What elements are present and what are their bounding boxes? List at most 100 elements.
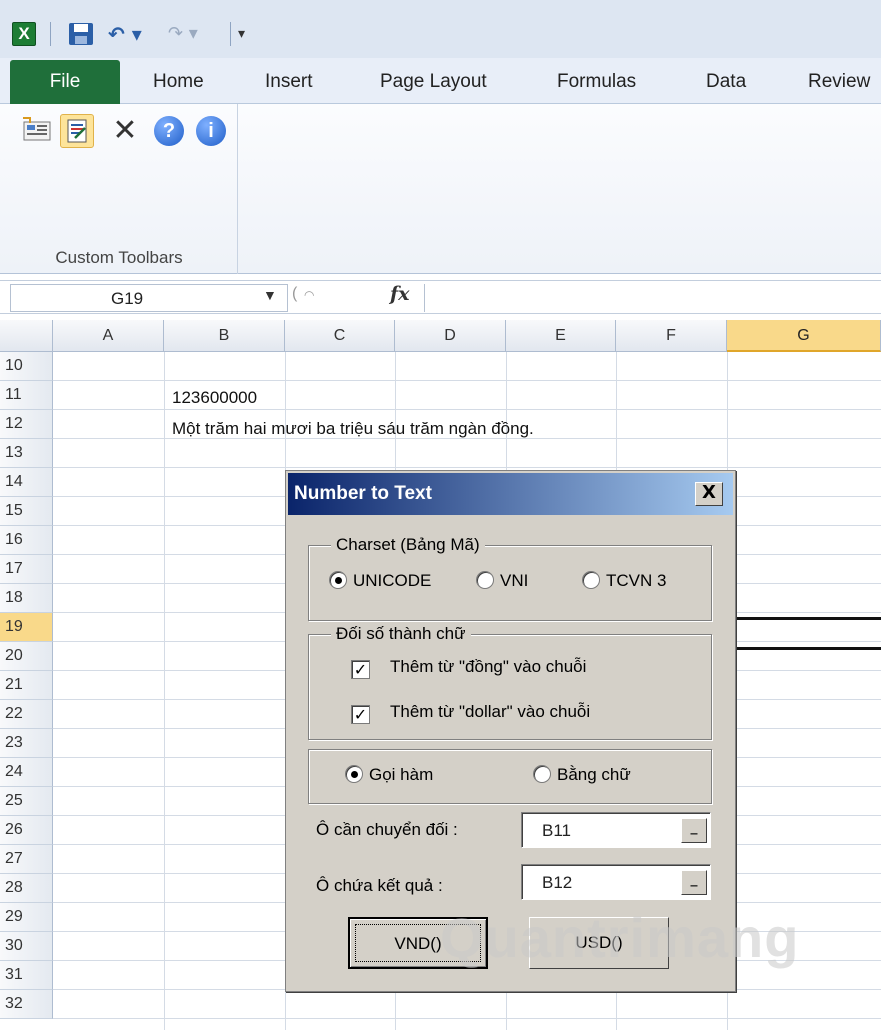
row-header-24[interactable]: 24 bbox=[0, 758, 53, 787]
row-header-26[interactable]: 26 bbox=[0, 816, 53, 845]
tab-data[interactable]: Data bbox=[706, 58, 746, 104]
source-ref-button[interactable]: _ bbox=[681, 818, 707, 843]
tab-file[interactable]: File bbox=[10, 60, 120, 104]
tab-page-layout[interactable]: Page Layout bbox=[380, 58, 487, 104]
row-header-22[interactable]: 22 bbox=[0, 700, 53, 729]
convert-legend: Đối số thành chữ bbox=[331, 624, 471, 644]
charset-legend: Charset (Bảng Mã) bbox=[331, 535, 485, 555]
radio-unicode[interactable]: UNICODE bbox=[329, 571, 431, 591]
row-header-14[interactable]: 14 bbox=[0, 468, 53, 497]
checkbox-dong[interactable]: ✓ Thêm từ "đồng" vào chuỗi bbox=[351, 657, 586, 679]
radio-tcvn3[interactable]: TCVN 3 bbox=[582, 571, 666, 591]
row-header-11[interactable]: 11 bbox=[0, 381, 53, 410]
column-header-d[interactable]: D bbox=[395, 320, 506, 352]
row-header-27[interactable]: 27 bbox=[0, 845, 53, 874]
column-header-g[interactable]: G bbox=[727, 320, 881, 352]
source-cell-label: Ô cần chuyển đối : bbox=[316, 820, 458, 839]
checkbox-dollar[interactable]: ✓ Thêm từ "dollar" vào chuỗi bbox=[351, 702, 590, 724]
cancel-formula-icon[interactable]: ◠ bbox=[304, 288, 314, 302]
toolbar-divider bbox=[50, 22, 51, 46]
close-icon[interactable]: ✕ bbox=[108, 114, 142, 148]
result-cell-input[interactable]: B12 _ bbox=[521, 864, 711, 900]
radio-indicator bbox=[533, 765, 551, 783]
row-header-21[interactable]: 21 bbox=[0, 671, 53, 700]
custom-toolbars-group: ✕ ? i Custom Toolbars bbox=[0, 104, 238, 274]
radio-indicator bbox=[582, 571, 600, 589]
charset-group: Charset (Bảng Mã) UNICODE VNI TCVN 3 bbox=[308, 535, 712, 621]
watermark: Quantrimang bbox=[440, 906, 800, 969]
redo-icon[interactable]: ↷ ▾ bbox=[168, 22, 216, 46]
source-cell-input[interactable]: B11 _ bbox=[521, 812, 711, 848]
save-icon[interactable] bbox=[68, 22, 94, 46]
ribbon-tabs: File Home Insert Page Layout Formulas Da… bbox=[0, 58, 881, 104]
grid-line bbox=[53, 380, 881, 381]
cell-b11[interactable]: 123600000 bbox=[172, 388, 257, 408]
tab-insert[interactable]: Insert bbox=[265, 58, 313, 104]
row-header-12[interactable]: 12 bbox=[0, 410, 53, 439]
info-icon[interactable]: i bbox=[194, 114, 228, 148]
tab-review[interactable]: Review bbox=[808, 58, 870, 104]
radio-indicator bbox=[345, 765, 363, 783]
checkbox-indicator: ✓ bbox=[351, 660, 370, 679]
tab-home[interactable]: Home bbox=[153, 58, 204, 104]
row-header-28[interactable]: 28 bbox=[0, 874, 53, 903]
excel-icon[interactable]: X bbox=[12, 22, 36, 46]
ribbon-group-label: Custom Toolbars bbox=[55, 248, 183, 267]
column-header-a[interactable]: A bbox=[53, 320, 164, 352]
formula-bar: G19 ▼ ( ◠ fx bbox=[0, 280, 881, 314]
insert-function-icon[interactable]: fx bbox=[390, 283, 410, 305]
row-header-16[interactable]: 16 bbox=[0, 526, 53, 555]
formula-input[interactable] bbox=[424, 284, 881, 312]
column-header-e[interactable]: E bbox=[506, 320, 616, 352]
row-header-17[interactable]: 17 bbox=[0, 555, 53, 584]
grid-line bbox=[53, 467, 881, 468]
mode-group: Gọi hàm Bằng chữ bbox=[308, 749, 712, 804]
name-box[interactable]: G19 ▼ bbox=[10, 284, 288, 312]
radio-bang-chu[interactable]: Bằng chữ bbox=[533, 765, 631, 785]
row-header-30[interactable]: 30 bbox=[0, 932, 53, 961]
tab-formulas[interactable]: Formulas bbox=[557, 58, 636, 104]
row-header-29[interactable]: 29 bbox=[0, 903, 53, 932]
row-header-15[interactable]: 15 bbox=[0, 497, 53, 526]
checkbox-indicator: ✓ bbox=[351, 705, 370, 724]
grid-line bbox=[53, 409, 881, 410]
radio-vni[interactable]: VNI bbox=[476, 571, 528, 591]
row-header-31[interactable]: 31 bbox=[0, 961, 53, 990]
ribbon: ✕ ? i Custom Toolbars bbox=[0, 104, 881, 274]
toolbar-divider bbox=[230, 22, 231, 46]
convert-number-icon[interactable] bbox=[60, 114, 94, 148]
formula-bar-divider-icon: ( bbox=[292, 285, 298, 302]
cell-b12[interactable]: Một trăm hai mươi ba triệu sáu trăm ngàn… bbox=[172, 419, 534, 439]
result-cell-label: Ô chứa kết quả : bbox=[316, 876, 443, 895]
dialog-title-bar[interactable]: Number to Text X bbox=[288, 473, 733, 515]
undo-icon[interactable]: ↶ ▾ bbox=[108, 22, 156, 46]
dialog-close-button[interactable]: X bbox=[695, 482, 723, 506]
result-ref-button[interactable]: _ bbox=[681, 870, 707, 895]
column-header-b[interactable]: B bbox=[164, 320, 285, 352]
convert-group: Đối số thành chữ ✓ Thêm từ "đồng" vào chu… bbox=[308, 624, 712, 740]
grid-line bbox=[164, 352, 165, 1030]
radio-indicator bbox=[329, 571, 347, 589]
quick-access-toolbar: X ↶ ▾ ↷ ▾ ▾ bbox=[0, 0, 881, 58]
row-header-13[interactable]: 13 bbox=[0, 439, 53, 468]
grid-line bbox=[53, 1018, 881, 1019]
chevron-down-icon[interactable]: ▼ bbox=[263, 287, 277, 303]
column-header-f[interactable]: F bbox=[616, 320, 727, 352]
number-list-icon[interactable] bbox=[20, 114, 54, 148]
customize-toolbar-icon[interactable]: ▾ bbox=[238, 22, 256, 46]
name-box-value: G19 bbox=[111, 289, 144, 308]
radio-indicator bbox=[476, 571, 494, 589]
row-header-32[interactable]: 32 bbox=[0, 990, 53, 1019]
row-header-19[interactable]: 19 bbox=[0, 613, 53, 642]
select-all-corner[interactable] bbox=[0, 320, 53, 352]
row-header-25[interactable]: 25 bbox=[0, 787, 53, 816]
row-header-10[interactable]: 10 bbox=[0, 352, 53, 381]
row-header-20[interactable]: 20 bbox=[0, 642, 53, 671]
active-cell-g19[interactable] bbox=[727, 617, 881, 650]
dialog-title: Number to Text bbox=[294, 483, 432, 504]
row-header-23[interactable]: 23 bbox=[0, 729, 53, 758]
radio-goi-ham[interactable]: Gọi hàm bbox=[345, 765, 433, 785]
row-header-18[interactable]: 18 bbox=[0, 584, 53, 613]
help-icon[interactable]: ? bbox=[152, 114, 186, 148]
column-header-c[interactable]: C bbox=[285, 320, 395, 352]
